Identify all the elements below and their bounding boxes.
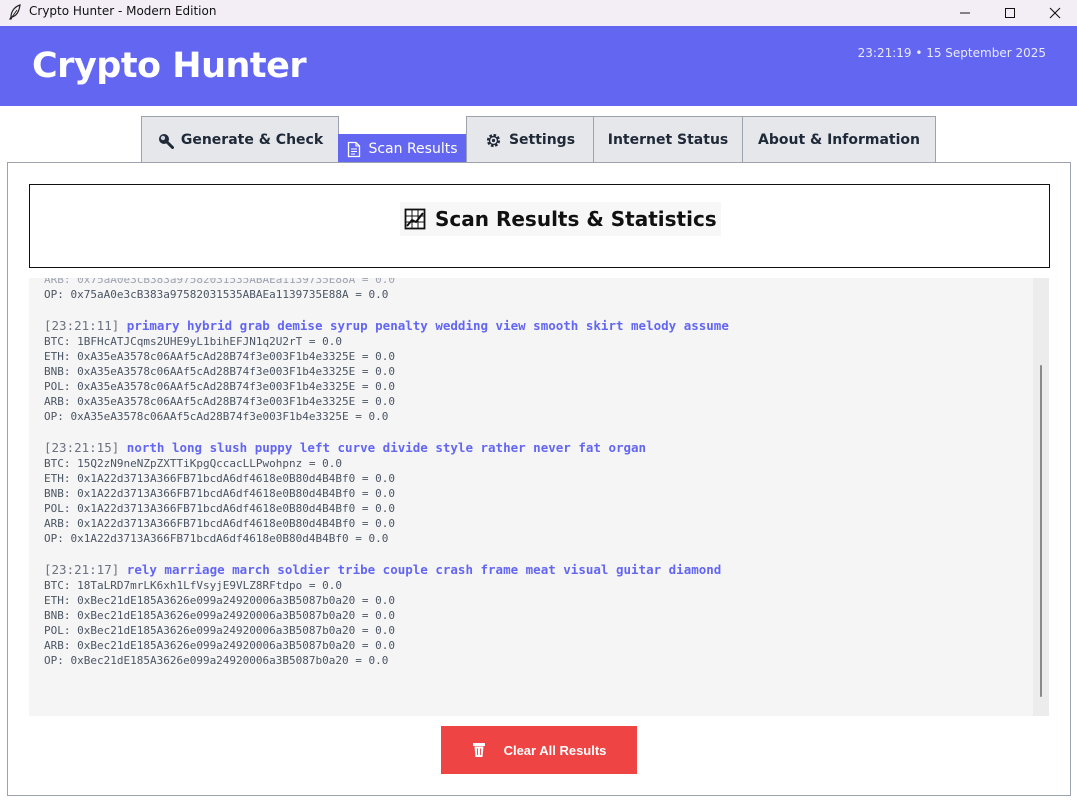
trash-icon — [472, 742, 486, 758]
magnifier-icon — [157, 132, 174, 149]
log-line: ARB: 0xBec21dE185A3626e099a24920006a3B50… — [44, 639, 395, 652]
feather-icon — [8, 4, 22, 20]
minimize-icon — [959, 7, 971, 19]
log-line: ETH: 0x1A22d3713A366FB71bcdA6df4618e0B80… — [44, 472, 395, 485]
tab-label: Generate & Check — [180, 132, 324, 148]
log-line: ETH: 0xA35eA3578c06AAf5cAd28B74f3e003F1b… — [44, 350, 395, 363]
log-line: ARB: 0x75aA0e3cB383a97582031535ABAEa1139… — [44, 278, 395, 286]
tab-label: Scan Results — [368, 141, 458, 157]
entry-time: [23:21:11] — [44, 318, 120, 333]
tab-label: Settings — [508, 132, 576, 148]
scrollbar-thumb[interactable] — [1040, 365, 1042, 697]
maximize-icon — [1004, 7, 1016, 19]
entry-header: [23:21:11] primary hybrid grab demise sy… — [44, 318, 1024, 334]
window-title: Crypto Hunter - Modern Edition — [29, 4, 217, 18]
tab-label: Internet Status — [607, 132, 729, 148]
log-line: OP: 0xBec21dE185A3626e099a24920006a3B508… — [44, 654, 389, 667]
maximize-button[interactable] — [987, 0, 1033, 26]
document-icon — [347, 141, 361, 158]
tab-bar: Generate & Check Scan Results Settings I… — [0, 106, 1077, 163]
log-line: POL: 0x1A22d3713A366FB71bcdA6df4618e0B80… — [44, 502, 395, 515]
gear-icon — [485, 132, 502, 149]
tab-about-information[interactable]: About & Information — [742, 116, 936, 163]
entry-time: [23:21:15] — [44, 440, 120, 455]
tab-generate-check[interactable]: Generate & Check — [141, 116, 339, 163]
minimize-button[interactable] — [942, 0, 988, 26]
entry-time: [23:21:17] — [44, 562, 120, 577]
log-line: OP: 0x1A22d3713A366FB71bcdA6df4618e0B80d… — [44, 532, 389, 545]
results-scrollbar[interactable] — [1033, 278, 1049, 716]
results-log-content: ARB: 0x75aA0e3cB383a97582031535ABAEa1139… — [44, 278, 1024, 668]
clear-all-results-button[interactable]: Clear All Results — [441, 726, 637, 774]
scan-results-panel: Scan Results & Statistics ARB: 0x75aA0e3… — [7, 162, 1071, 796]
entry-header: [23:21:17] rely marriage march soldier t… — [44, 562, 1024, 578]
panel-heading-text: Scan Results & Statistics — [435, 207, 717, 231]
log-line: BNB: 0xBec21dE185A3626e099a24920006a3B50… — [44, 609, 395, 622]
log-line: BTC: 15Q2zN9neNZpZXTTiKpgQccacLLPwohpnz … — [44, 457, 343, 470]
log-line: OP: 0xA35eA3578c06AAf5cAd28B74f3e003F1b4… — [44, 410, 389, 423]
entry-mnemonic: rely marriage march soldier tribe couple… — [126, 562, 722, 577]
tab-settings[interactable]: Settings — [466, 116, 594, 163]
log-line: BTC: 18TaLRD7mrLK6xh1LfVsyjE9VLZ8RFtdpo … — [44, 579, 343, 592]
tab-scan-results[interactable]: Scan Results — [338, 134, 467, 163]
log-line: BTC: 1BFHcATJCqms2UHE9yL1bihEFJN1q2U2rT … — [44, 335, 343, 348]
entry-mnemonic: primary hybrid grab demise syrup penalty… — [126, 318, 729, 333]
results-log[interactable]: ARB: 0x75aA0e3cB383a97582031535ABAEa1139… — [29, 278, 1049, 716]
panel-heading: Scan Results & Statistics — [400, 202, 721, 236]
close-button[interactable] — [1032, 0, 1077, 26]
clear-button-label: Clear All Results — [503, 742, 607, 758]
app-name: Crypto Hunter — [32, 46, 307, 86]
close-icon — [1049, 7, 1061, 19]
entry-header: [23:21:15] north long slush puppy left c… — [44, 440, 1024, 456]
log-line: POL: 0xBec21dE185A3626e099a24920006a3B50… — [44, 624, 395, 637]
heading-box: Scan Results & Statistics — [29, 184, 1050, 268]
log-line: POL: 0xA35eA3578c06AAf5cAd28B74f3e003F1b… — [44, 380, 395, 393]
log-line: BNB: 0xA35eA3578c06AAf5cAd28B74f3e003F1b… — [44, 365, 395, 378]
log-line: OP: 0x75aA0e3cB383a97582031535ABAEa11397… — [44, 288, 389, 301]
tab-internet-status[interactable]: Internet Status — [593, 116, 743, 163]
entry-mnemonic: north long slush puppy left curve divide… — [126, 440, 647, 455]
log-line: ETH: 0xBec21dE185A3626e099a24920006a3B50… — [44, 594, 395, 607]
log-line: ARB: 0x1A22d3713A366FB71bcdA6df4618e0B80… — [44, 517, 395, 530]
log-line: BNB: 0x1A22d3713A366FB71bcdA6df4618e0B80… — [44, 487, 395, 500]
chart-icon — [404, 208, 426, 230]
window-titlebar: Crypto Hunter - Modern Edition — [0, 0, 1077, 26]
log-line: ARB: 0xA35eA3578c06AAf5cAd28B74f3e003F1b… — [44, 395, 395, 408]
tab-label: About & Information — [758, 132, 920, 148]
clock-display: 23:21:19 • 15 September 2025 — [857, 46, 1046, 60]
app-header: Crypto Hunter 23:21:19 • 15 September 20… — [0, 26, 1077, 106]
